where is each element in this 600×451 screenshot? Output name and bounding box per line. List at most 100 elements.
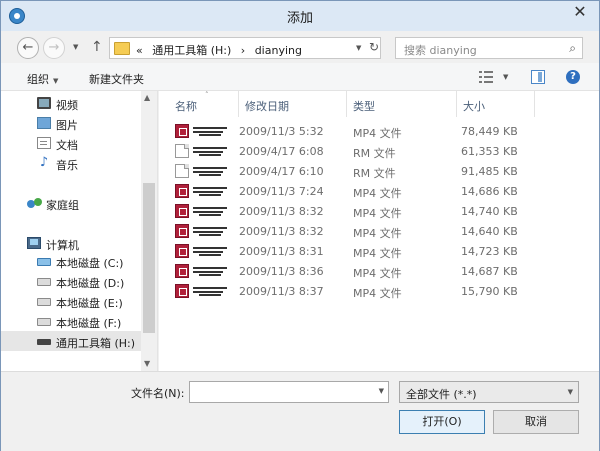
file-row[interactable]: 2009/11/3 8:32 MP4 文件 14,640 KB [171,221,591,241]
file-type: RM 文件 [353,167,396,180]
nav-item-drive-e[interactable]: 本地磁盘 (E:) [1,291,141,311]
nav-item-label: 家庭组 [46,199,79,212]
redacted-filename [193,207,227,216]
file-row[interactable]: 2009/4/17 6:10 RM 文件 91,485 KB [171,161,591,181]
history-dropdown[interactable]: ▼ [73,43,78,51]
filename-label: 文件名(N): [131,387,185,400]
filename-field[interactable]: ▼ [189,381,389,403]
nav-item-label: 图片 [56,119,78,132]
nav-item-drive-h[interactable]: 通用工具箱 (H:) [1,331,141,351]
file-modified-date: 2009/11/3 7:24 [239,185,324,198]
nav-item-drive-c[interactable]: 本地磁盘 (C:) [1,251,141,271]
scroll-down-icon[interactable]: ▼ [144,359,150,368]
navigation-bar: ← → ▼ ↑ « 通用工具箱 (H:) › dianying ▼ ↻ 搜索 d… [1,31,599,63]
nav-item-drive-d[interactable]: 本地磁盘 (D:) [1,271,141,291]
nav-item-drive-f[interactable]: 本地磁盘 (F:) [1,311,141,331]
file-type: MP4 文件 [353,127,402,140]
filetype-select[interactable]: 全部文件 (*.*) ▼ [399,381,579,403]
file-size: 14,687 KB [461,265,518,278]
nav-item-computer[interactable]: 计算机 [1,233,141,253]
file-modified-date: 2009/11/3 8:32 [239,205,324,218]
back-button[interactable]: ← [17,37,39,59]
chevron-down-icon: ▼ [53,77,59,85]
redacted-filename [193,147,227,156]
search-placeholder: 搜索 dianying [404,44,477,57]
new-folder-label: 新建文件夹 [89,73,144,86]
dialog-title: 添加 [286,11,313,26]
file-row[interactable]: 2009/11/3 5:32 MP4 文件 78,449 KB [171,121,591,141]
column-header-size[interactable]: 大小 [457,91,535,117]
nav-item-label: 本地磁盘 (F:) [56,317,122,330]
nav-item-homegroup[interactable]: 家庭组 [1,193,141,213]
file-type: MP4 文件 [353,187,402,200]
column-header-type[interactable]: 类型 [347,91,457,117]
file-row[interactable]: 2009/4/17 6:08 RM 文件 61,353 KB [171,141,591,161]
view-dropdown-icon[interactable]: ▼ [503,73,508,81]
redacted-filename [193,187,227,196]
filetype-value: 全部文件 (*.*) [406,388,477,401]
file-row[interactable]: 2009/11/3 8:36 MP4 文件 14,687 KB [171,261,591,281]
usb-drive-icon [37,339,51,345]
close-button[interactable]: ✕ [567,1,593,23]
file-modified-date: 2009/4/17 6:08 [239,145,324,158]
mp4-file-icon [175,184,189,198]
file-type: MP4 文件 [353,267,402,280]
dialog-footer: 文件名(N): ▼ 全部文件 (*.*) ▼ 打开(O) 取消 [1,371,599,451]
navigation-pane: 视频 图片 文档 ♪ 音乐 家庭组 计算机 本地磁盘 (C:) 本地磁盘 (D:… [1,91,158,371]
scroll-thumb[interactable] [143,183,155,333]
breadcrumb-overflow[interactable]: « [136,44,143,57]
up-folder-button[interactable]: ↑ [91,39,103,55]
help-icon[interactable]: ? [566,70,580,84]
nav-item-label: 通用工具箱 (H:) [56,337,136,350]
column-header-name[interactable]: ˄ 名称 [169,91,239,117]
nav-scrollbar[interactable]: ▲ ▼ [141,91,157,371]
sort-caret-icon: ˄ [205,91,209,99]
cancel-button[interactable]: 取消 [493,410,579,434]
nav-item-label: 本地磁盘 (E:) [56,297,123,310]
redacted-filename [193,167,227,176]
file-modified-date: 2009/11/3 8:37 [239,285,324,298]
column-header-label: 大小 [463,100,485,113]
refresh-icon[interactable]: ↻ [366,40,382,54]
new-folder-button[interactable]: 新建文件夹 [89,71,144,87]
search-box[interactable]: 搜索 dianying ⌕ [395,37,583,59]
nav-item-pictures[interactable]: 图片 [1,113,141,133]
file-row[interactable]: 2009/11/3 8:31 MP4 文件 14,723 KB [171,241,591,261]
drive-icon [37,318,51,326]
preview-pane-icon[interactable] [531,70,545,84]
file-row[interactable]: 2009/11/3 8:37 MP4 文件 15,790 KB [171,281,591,301]
breadcrumb-separator[interactable]: › [241,44,245,57]
file-size: 14,740 KB [461,205,518,218]
file-size: 91,485 KB [461,165,518,178]
search-icon[interactable]: ⌕ [569,41,576,56]
file-type: MP4 文件 [353,247,402,260]
nav-item-documents[interactable]: 文档 [1,133,141,153]
redacted-filename [193,267,227,276]
document-icon [37,137,51,149]
column-header-label: 名称 [175,100,197,113]
nav-item-label: 本地磁盘 (D:) [56,277,125,290]
nav-item-music[interactable]: ♪ 音乐 [1,153,141,173]
organize-menu[interactable]: 组织 ▼ [27,71,58,87]
address-bar[interactable]: « 通用工具箱 (H:) › dianying ▼ ↻ [109,37,381,59]
column-header-label: 修改日期 [245,100,289,113]
file-dialog: 添加 ✕ ← → ▼ ↑ « 通用工具箱 (H:) › dianying ▼ ↻… [0,0,600,451]
scroll-up-icon[interactable]: ▲ [144,93,150,102]
breadcrumb-drive[interactable]: 通用工具箱 (H:) [152,44,231,57]
file-list: ˄ 名称 修改日期 类型 大小 2009/11/3 5:32 MP4 文件 78,4… [159,91,599,371]
file-row[interactable]: 2009/11/3 7:24 MP4 文件 14,686 KB [171,181,591,201]
breadcrumb-folder[interactable]: dianying [255,44,302,57]
column-header-label: 类型 [353,100,375,113]
view-options-icon[interactable] [479,71,493,83]
computer-icon [27,237,41,249]
file-size: 61,353 KB [461,145,518,158]
file-row[interactable]: 2009/11/3 8:32 MP4 文件 14,740 KB [171,201,591,221]
address-dropdown-icon[interactable]: ▼ [356,44,361,52]
nav-item-videos[interactable]: 视频 [1,93,141,113]
chevron-down-icon[interactable]: ▼ [379,387,384,395]
redacted-filename [193,127,227,136]
column-header-modified[interactable]: 修改日期 [239,91,347,117]
back-arrow-icon: ← [22,40,34,55]
forward-button[interactable]: → [43,37,65,59]
open-button[interactable]: 打开(O) [399,410,485,434]
